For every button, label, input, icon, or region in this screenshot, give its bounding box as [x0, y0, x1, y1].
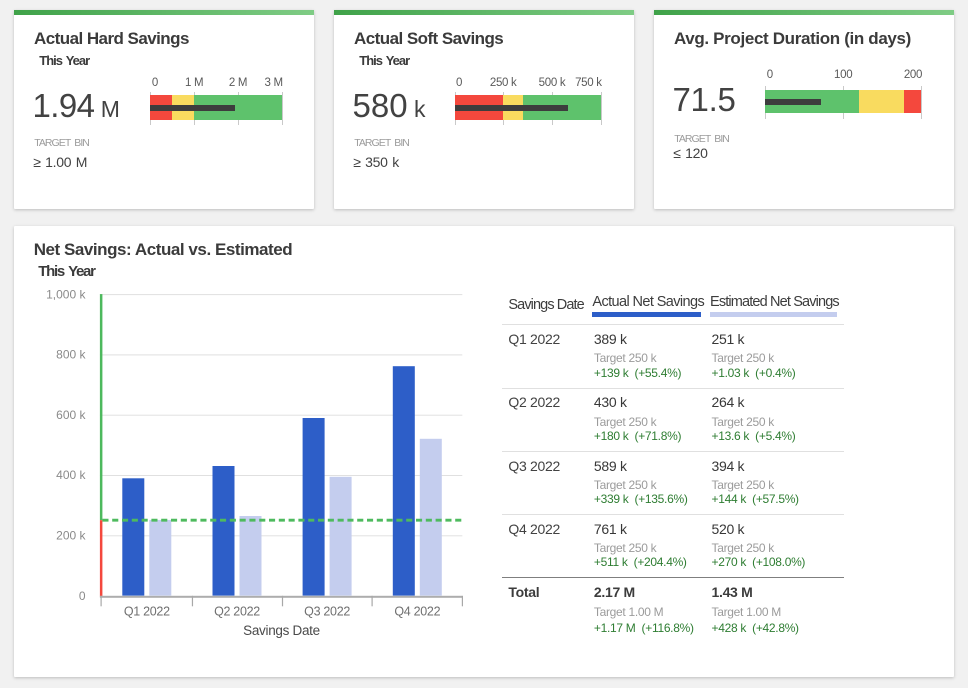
svg-text:800 k: 800 k	[56, 348, 86, 362]
svg-text:Q4 2022: Q4 2022	[394, 604, 440, 618]
svg-text:400 k: 400 k	[56, 468, 86, 482]
svg-text:Savings Date: Savings Date	[243, 623, 320, 638]
svg-text:200 k: 200 k	[56, 529, 86, 543]
svg-text:0: 0	[79, 589, 86, 603]
svg-text:Q3 2022: Q3 2022	[304, 604, 350, 618]
svg-text:1,000 k: 1,000 k	[46, 287, 86, 301]
svg-text:600 k: 600 k	[56, 408, 86, 422]
svg-text:Q2 2022: Q2 2022	[214, 604, 260, 618]
svg-text:Q1 2022: Q1 2022	[124, 604, 170, 618]
